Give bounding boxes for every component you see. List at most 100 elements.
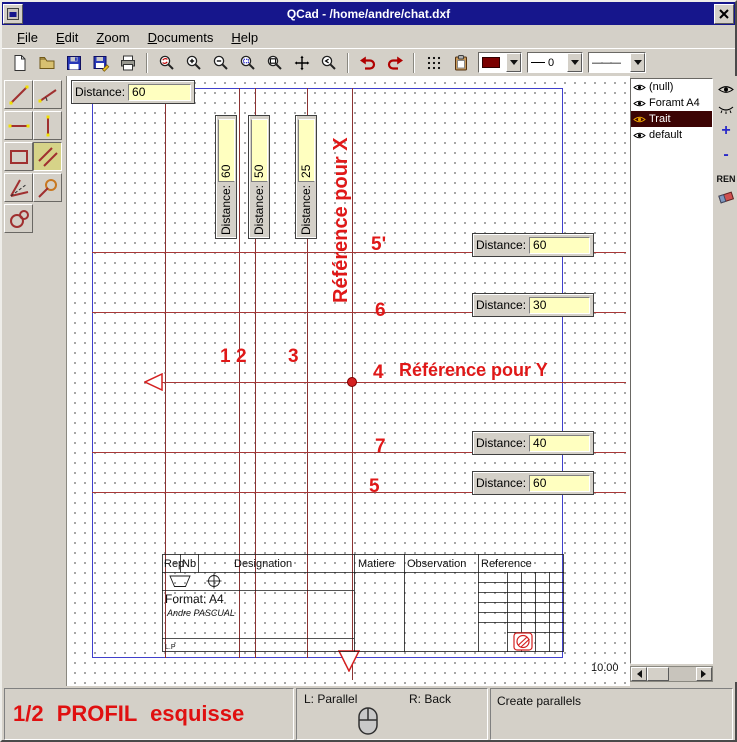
undo-button[interactable]: [355, 51, 380, 75]
menu-edit[interactable]: Edit: [47, 28, 87, 47]
distance-input[interactable]: 50: [251, 119, 268, 182]
delete-layer-contents-button[interactable]: [715, 188, 737, 206]
zoom-out-button[interactable]: [208, 51, 233, 75]
tool-line-vertical[interactable]: [33, 111, 62, 140]
layer-item[interactable]: Foramt A4: [631, 95, 712, 111]
tool-parallel[interactable]: [33, 142, 62, 171]
bisector-icon: [7, 176, 31, 200]
projection-symbol-icon: [170, 574, 222, 589]
distance-input[interactable]: 30: [529, 297, 590, 314]
zoom-auto-button[interactable]: [235, 51, 260, 75]
distance-input[interactable]: 60: [218, 119, 235, 182]
save-icon: [65, 54, 83, 72]
menu-documents[interactable]: Documents: [139, 28, 223, 47]
save-as-button[interactable]: [88, 51, 113, 75]
titlebar[interactable]: QCad - /home/andre/chat.dxf: [2, 2, 735, 25]
menu-file[interactable]: File: [8, 28, 47, 47]
toolbar-separator: [413, 53, 415, 73]
linetype-select[interactable]: ———: [588, 52, 646, 73]
print-icon: [119, 54, 137, 72]
menu-help-rest: elp: [241, 30, 258, 45]
distance-label: Distance:: [476, 238, 526, 252]
zoom-auto-icon: [239, 54, 257, 72]
status-action-section: Create parallels: [490, 688, 733, 740]
distance-input[interactable]: 60: [128, 84, 191, 101]
distance-widget: Distance: 30: [472, 293, 594, 317]
parallel-icon: [36, 145, 60, 169]
remove-layer-button[interactable]: -: [715, 146, 737, 164]
menu-help[interactable]: Help: [222, 28, 267, 47]
new-file-button[interactable]: [7, 51, 32, 75]
layer-list[interactable]: (null) Foramt A4 Trait default: [630, 78, 713, 664]
tool-circle-tangent[interactable]: [33, 173, 62, 202]
tool-bisector[interactable]: [4, 173, 33, 202]
print-button[interactable]: [115, 51, 140, 75]
titleblock-header: Nb: [182, 558, 196, 570]
zoom-in-icon: [185, 54, 203, 72]
tool-circles[interactable]: [4, 204, 33, 233]
right-mouse-hint: R: Back: [409, 692, 451, 706]
zoom-window-button[interactable]: [262, 51, 287, 75]
distance-input[interactable]: 25: [298, 119, 315, 182]
layer-list-scrollbar[interactable]: [630, 666, 713, 682]
window-menu-button[interactable]: [3, 4, 23, 24]
eye-open-icon: [718, 84, 734, 95]
paste-button[interactable]: [448, 51, 473, 75]
zoom-previous-button[interactable]: [316, 51, 341, 75]
close-button[interactable]: [714, 4, 734, 24]
tool-line-two-points[interactable]: [4, 80, 33, 109]
zoom-in-button[interactable]: [181, 51, 206, 75]
tool-rectangle[interactable]: [4, 142, 33, 171]
hide-all-layers-button[interactable]: [715, 100, 737, 118]
annotation-number: 6: [375, 300, 386, 322]
width-sample-icon: [531, 62, 545, 63]
show-all-layers-button[interactable]: [715, 80, 737, 98]
annotation-number: 7: [375, 436, 386, 458]
grid-icon: [425, 54, 443, 72]
distance-label: Distance:: [252, 185, 266, 235]
add-layer-button[interactable]: +: [715, 122, 737, 140]
mouse-hint-section: L: Parallel R: Back: [296, 688, 488, 740]
zoom-window-icon: [266, 54, 284, 72]
drawing-canvas[interactable]: Distance: 60 Distance: 60 Distance: 50 D…: [66, 76, 630, 686]
open-file-button[interactable]: [34, 51, 59, 75]
zoom-pan-button[interactable]: [289, 51, 314, 75]
dropdown-arrow-icon: [510, 60, 518, 69]
tool-line-horizontal[interactable]: [4, 111, 33, 140]
color-dropdown-button[interactable]: [506, 53, 521, 72]
layer-item[interactable]: default: [631, 127, 712, 143]
save-button[interactable]: [61, 51, 86, 75]
distance-input[interactable]: 40: [529, 435, 590, 452]
layer-item[interactable]: (null): [631, 79, 712, 95]
rename-layer-button[interactable]: REN: [715, 170, 737, 188]
redo-button[interactable]: [382, 51, 407, 75]
grid-spacing-label: 10.00: [591, 662, 619, 674]
company-logo-icon: [514, 633, 532, 650]
layer-item-selected[interactable]: Trait: [631, 111, 712, 127]
width-dropdown-button[interactable]: [567, 53, 582, 72]
drawing-note: 1/2 PROFIL esquisse: [13, 701, 244, 727]
tool-line-angle[interactable]: [33, 80, 62, 109]
linetype-dropdown-button[interactable]: [630, 53, 645, 72]
annotation-number: 1: [220, 346, 231, 368]
zoom-redraw-button[interactable]: [154, 51, 179, 75]
grid-toggle-button[interactable]: [421, 51, 446, 75]
annotation-number: 2: [236, 346, 247, 368]
layer-name: Foramt A4: [649, 97, 700, 109]
scrollbar-thumb[interactable]: [647, 667, 669, 681]
titleblock-format: Format: A4: [165, 592, 224, 606]
distance-label: Distance:: [476, 298, 526, 312]
line-vertical-icon: [36, 114, 60, 138]
menu-zoom[interactable]: Zoom: [87, 28, 138, 47]
color-select[interactable]: [478, 52, 522, 73]
distance-input[interactable]: 60: [529, 237, 590, 254]
scroll-left-button[interactable]: [631, 667, 647, 681]
scrollbar-track[interactable]: [669, 667, 696, 681]
distance-label: Distance:: [299, 185, 313, 235]
scroll-right-button[interactable]: [696, 667, 712, 681]
distance-input[interactable]: 60: [529, 475, 590, 492]
distance-label: Distance:: [219, 185, 233, 235]
width-select[interactable]: 0: [527, 52, 583, 73]
toolbar-separator: [146, 53, 148, 73]
redo-icon: [386, 54, 404, 72]
